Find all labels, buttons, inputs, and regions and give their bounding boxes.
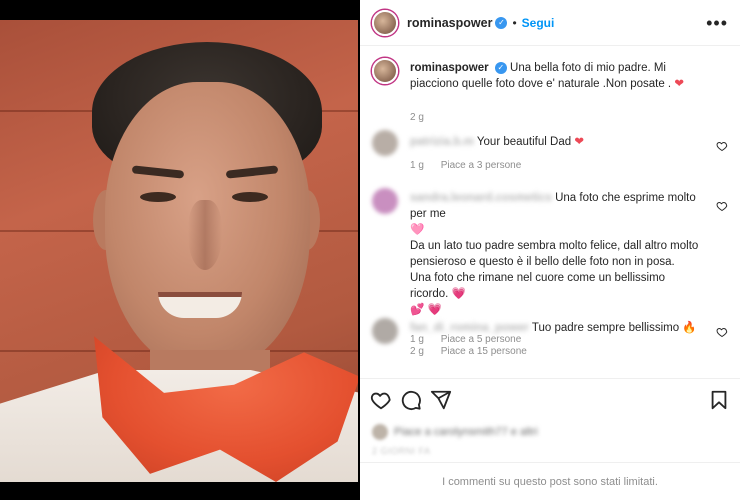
- avatar: [372, 424, 388, 440]
- comment-likes-link[interactable]: Piace a 15 persone: [441, 346, 527, 357]
- share-icon[interactable]: [430, 389, 452, 411]
- post-side-panel: rominaspower ✓ • Segui ••• rominaspower …: [360, 0, 740, 500]
- avatar[interactable]: [372, 58, 398, 84]
- comment-item: sandra.leonard.cosmetics Una foto che es…: [372, 188, 728, 345]
- comment-body: Your beautiful Dad: [476, 136, 575, 148]
- comment-item: patrizia.b.m Your beautiful Dad ❤ 1 g Pi…: [372, 130, 728, 171]
- heart-icon[interactable]: [716, 200, 728, 212]
- more-options-icon[interactable]: •••: [706, 14, 728, 32]
- post-date: 2 GIORNI FA: [372, 446, 431, 456]
- heart-emoji: ❤: [574, 136, 584, 148]
- comment-age: 1 g: [410, 160, 424, 171]
- post-header: rominaspower ✓ • Segui •••: [360, 0, 740, 46]
- comment-body-continued: Da un lato tuo padre sembra molto felice…: [410, 240, 699, 268]
- separator-dot: •: [512, 15, 517, 30]
- comment-text: fan_di_romina_power Tuo padre sempre bel…: [410, 320, 700, 336]
- heart-emoji: ❤: [674, 78, 684, 90]
- comment-likes-link[interactable]: Piace a 3 persone: [441, 160, 522, 171]
- heart-icon[interactable]: [716, 140, 728, 152]
- comment-icon[interactable]: [400, 389, 422, 411]
- comment-text: sandra.leonard.cosmetics Una foto che es…: [410, 190, 700, 318]
- comment-author[interactable]: fan_di_romina_power: [410, 322, 529, 334]
- fire-emoji: 🔥: [682, 322, 697, 334]
- photo-subject-eye: [140, 192, 176, 202]
- comment-author[interactable]: sandra.leonard.cosmetics: [410, 192, 552, 204]
- photo-subject-eye: [232, 192, 268, 202]
- avatar[interactable]: [372, 188, 398, 214]
- post-media-pane: [0, 0, 360, 500]
- comment-item: fan_di_romina_power Tuo padre sempre bel…: [372, 318, 728, 358]
- comments-limited-notice: I commenti su questo post sono stati lim…: [360, 462, 740, 500]
- avatar[interactable]: [372, 130, 398, 156]
- avatar[interactable]: [372, 9, 398, 36]
- heart-icon[interactable]: [716, 326, 728, 338]
- likes-summary-text: Piace a carolynsmith77 e altri: [394, 426, 538, 438]
- caption-age: 2 g: [410, 112, 424, 123]
- post-actions-bar: [360, 378, 740, 422]
- avatar[interactable]: [372, 318, 398, 344]
- likes-summary[interactable]: Piace a carolynsmith77 e altri: [372, 424, 538, 440]
- heart-emoji: 💕 💗: [410, 304, 442, 316]
- comment-author[interactable]: patrizia.b.m: [410, 136, 474, 148]
- heart-emoji: 💗: [451, 288, 466, 300]
- photo-subject-smile: [158, 292, 242, 318]
- comments-list[interactable]: rominaspower ✓ Una bella foto di mio pad…: [360, 46, 740, 376]
- verified-badge-icon: ✓: [495, 16, 508, 29]
- comment-age: 2 g: [410, 346, 424, 357]
- caption-username[interactable]: rominaspower: [410, 62, 489, 74]
- comment-text: patrizia.b.m Your beautiful Dad ❤: [410, 134, 700, 150]
- username-link[interactable]: rominaspower: [407, 16, 492, 30]
- caption-text: rominaspower ✓ Una bella foto di mio pad…: [410, 60, 710, 92]
- heart-icon[interactable]: [370, 389, 392, 411]
- comment-body: Tuo padre sempre bellissimo: [531, 322, 683, 334]
- follow-button[interactable]: Segui: [522, 16, 555, 30]
- comment-body-continued: Una foto che rimane nel cuore come un be…: [410, 272, 666, 300]
- comment-meta: 2 g Piace a 15 persone: [410, 346, 541, 357]
- heart-emoji: 🩷: [410, 224, 425, 236]
- verified-badge-icon: ✓: [494, 61, 507, 74]
- bookmark-icon[interactable]: [708, 389, 730, 411]
- photo-subject-nose: [188, 200, 222, 270]
- comment-meta: 1 g Piace a 3 persone: [410, 160, 535, 171]
- post-photo[interactable]: [0, 20, 358, 482]
